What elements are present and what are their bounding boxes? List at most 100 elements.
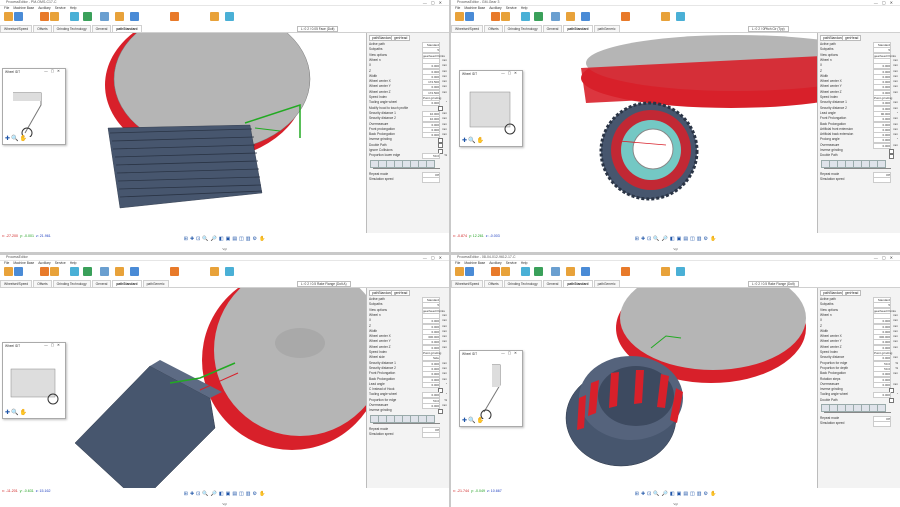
zoom-pan-tools-icon[interactable]: ✚🔍✋	[5, 135, 28, 142]
param-checkbox[interactable]	[438, 408, 443, 414]
tab-grinding-technology[interactable]: Grinding Technology	[52, 280, 91, 287]
view-tool-icon[interactable]: 🔎	[662, 236, 668, 242]
tab-offsets[interactable]: Offsets	[33, 25, 52, 32]
menu-item-service[interactable]: Service	[55, 261, 66, 265]
playback-button-icon[interactable]	[426, 414, 435, 423]
simulation-slider[interactable]	[373, 422, 440, 424]
view-tool-icon[interactable]: ⊡	[647, 236, 651, 242]
toolbar-button-icon[interactable]	[83, 267, 92, 276]
panel-tab-genhead[interactable]: genHead	[842, 290, 862, 296]
toolbar-button-icon[interactable]	[455, 267, 464, 276]
wheel-idt-dialog[interactable]: Wheel IDT —▢✕ ✚🔍✋	[459, 70, 523, 147]
toolbar-button-icon[interactable]	[225, 12, 234, 21]
menu-item-help[interactable]: Help	[521, 261, 528, 265]
simulation-slider[interactable]	[824, 167, 891, 169]
param-checkbox[interactable]	[889, 398, 894, 404]
tab-pathstandard[interactable]: pathStandard	[563, 280, 593, 287]
toolbar-button-icon[interactable]	[130, 267, 139, 276]
view-tool-icon[interactable]: ✋	[259, 491, 265, 497]
view-tool-icon[interactable]: ▣	[226, 491, 231, 497]
toolbar-button-icon[interactable]	[14, 12, 23, 21]
dialog-window-controls[interactable]: —▢✕	[44, 69, 63, 73]
toolbar-button-icon[interactable]	[115, 12, 124, 21]
toolbar-button-icon[interactable]	[521, 267, 530, 276]
toolbar-button-icon[interactable]	[676, 267, 685, 276]
zoom-pan-tools-icon[interactable]: ✚🔍✋	[462, 417, 485, 424]
toolbar-button-icon[interactable]	[621, 267, 630, 276]
param-input[interactable]	[873, 176, 891, 183]
tab-offsets[interactable]: Offsets	[33, 280, 52, 287]
menu-item-file[interactable]: File	[4, 261, 9, 265]
view-tool-icon[interactable]: ▥	[246, 236, 251, 242]
toolbar-button-icon[interactable]	[210, 267, 219, 276]
tab-pathgeneric[interactable]: pathGeneric	[593, 25, 620, 32]
toolbar-button-icon[interactable]	[115, 267, 124, 276]
toolbar-button-icon[interactable]	[83, 12, 92, 21]
toolbar-button-icon[interactable]	[50, 12, 59, 21]
wheel-idt-dialog[interactable]: Wheel IDT —▢✕ ✚🔍✋	[2, 342, 66, 419]
view-tool-icon[interactable]: ✋	[710, 491, 716, 497]
view-tool-icon[interactable]: ▤	[683, 491, 688, 497]
toolbar-button-icon[interactable]	[621, 12, 630, 21]
dialog-window-controls[interactable]: —▢✕	[501, 351, 520, 355]
view-tool-icon[interactable]: ⊞	[635, 236, 639, 242]
toolbar-button-icon[interactable]	[501, 12, 510, 21]
view-tool-icon[interactable]: ▣	[677, 236, 682, 242]
view-tool-icon[interactable]: ◧	[219, 236, 224, 242]
view-tool-icon[interactable]: ◫	[690, 491, 695, 497]
view-tool-icon[interactable]: ◧	[219, 491, 224, 497]
view-tool-icon[interactable]: ✚	[190, 491, 194, 497]
param-checkbox[interactable]	[889, 153, 894, 159]
view-tool-icon[interactable]: ✋	[259, 236, 265, 242]
view-tool-icon[interactable]: ▥	[697, 491, 702, 497]
menu-item-machine-base[interactable]: Machine Base	[464, 261, 485, 265]
menu-item-machine-base[interactable]: Machine Base	[13, 6, 34, 10]
toolbar-button-icon[interactable]	[501, 267, 510, 276]
toolbar-button-icon[interactable]	[581, 267, 590, 276]
tab-general[interactable]: General	[91, 25, 112, 32]
toolbar-button-icon[interactable]	[455, 12, 464, 21]
toolbar-button-icon[interactable]	[566, 267, 575, 276]
panel-tab-genhead[interactable]: genHead	[391, 35, 411, 41]
view-tool-icon[interactable]: ▤	[232, 236, 237, 242]
tab-grinding-technology[interactable]: Grinding Technology	[52, 25, 91, 32]
view-tool-icon[interactable]: ⊞	[635, 491, 639, 497]
tab-grinding-technology[interactable]: Grinding Technology	[503, 280, 542, 287]
menu-item-file[interactable]: File	[455, 261, 460, 265]
view-tool-icon[interactable]: ▥	[697, 236, 702, 242]
tab-wheelset-speed[interactable]: Wheelset/Speed	[451, 25, 484, 32]
menu-item-service[interactable]: Service	[55, 6, 66, 10]
menu-item-machine-base[interactable]: Machine Base	[464, 6, 485, 10]
tab-offsets[interactable]: Offsets	[484, 25, 503, 32]
menu-item-machine-base[interactable]: Machine Base	[13, 261, 34, 265]
toolbar-button-icon[interactable]	[70, 267, 79, 276]
toolbar-button-icon[interactable]	[170, 267, 179, 276]
view-tool-icon[interactable]: ⊞	[184, 491, 188, 497]
view-tool-icon[interactable]: ⊡	[647, 491, 651, 497]
view-tool-icon[interactable]: ✋	[710, 236, 716, 242]
tab-general[interactable]: General	[91, 280, 112, 287]
toolbar-button-icon[interactable]	[551, 267, 560, 276]
menu-item-service[interactable]: Service	[506, 261, 517, 265]
view-tool-icon[interactable]: ⚙	[704, 491, 708, 497]
view-tool-icon[interactable]: 🔎	[211, 491, 217, 497]
view-tool-icon[interactable]: ⊡	[196, 491, 200, 497]
view-tool-icon[interactable]: 🔍	[653, 491, 659, 497]
view-tool-icon[interactable]: ✚	[641, 236, 645, 242]
toolbar-button-icon[interactable]	[70, 12, 79, 21]
toolbar-button-icon[interactable]	[210, 12, 219, 21]
view-tool-icon[interactable]: ⊡	[196, 236, 200, 242]
toolbar-button-icon[interactable]	[225, 267, 234, 276]
menu-item-auxiliary[interactable]: Auxiliary	[489, 6, 501, 10]
view-tool-icon[interactable]: ⚙	[704, 236, 708, 242]
view-tool-icon[interactable]: ✚	[641, 491, 645, 497]
tab-general[interactable]: General	[542, 280, 563, 287]
toolbar-button-icon[interactable]	[170, 12, 179, 21]
tab-pathgeneric[interactable]: pathGeneric	[593, 280, 620, 287]
param-input[interactable]	[422, 176, 440, 183]
toolbar-button-icon[interactable]	[40, 12, 49, 21]
toolbar-button-icon[interactable]	[14, 267, 23, 276]
toolbar-button-icon[interactable]	[130, 12, 139, 21]
view-tool-icon[interactable]: ◧	[670, 236, 675, 242]
view-tool-icon[interactable]: ▣	[226, 236, 231, 242]
